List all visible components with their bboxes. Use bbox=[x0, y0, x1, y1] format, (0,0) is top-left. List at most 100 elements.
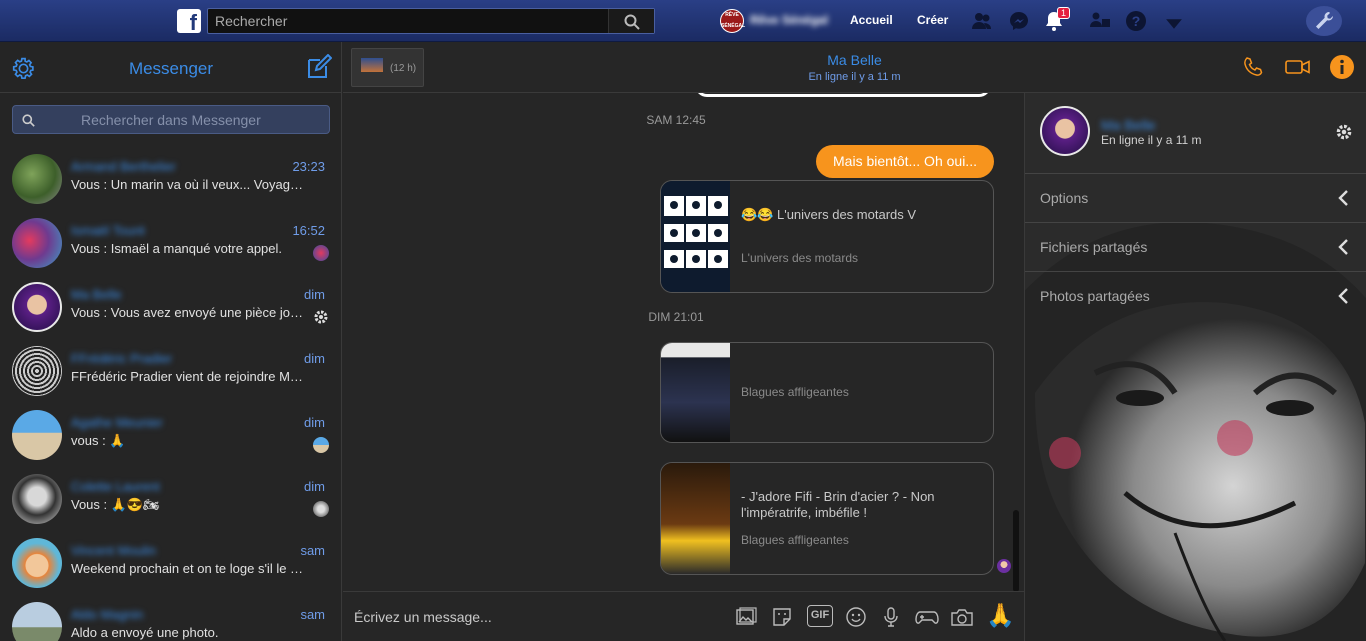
conversation-name: Aldo Magnin bbox=[71, 607, 144, 622]
shared-post-title: 😂😂 L'univers des motards V bbox=[741, 207, 917, 222]
chevron-left-icon bbox=[1338, 190, 1348, 206]
shared-photos-label: Photos partagées bbox=[1040, 288, 1150, 304]
message-list: SAM 12:45 Mais bientôt... Oh oui... 😂😂 L… bbox=[343, 93, 1024, 591]
conversation-name: Colette Laurent bbox=[71, 479, 160, 494]
outgoing-message[interactable]: Mais bientôt... Oh oui... bbox=[816, 145, 994, 178]
conversation-preview: FFrédéric Pradier vient de rejoindre M… bbox=[71, 369, 303, 384]
conversation-item[interactable]: Armand Berthelier 23:23 Vous : Un marin … bbox=[0, 149, 342, 213]
messenger-search bbox=[12, 105, 330, 134]
chevron-left-icon bbox=[1338, 239, 1348, 255]
conversation-item[interactable]: Vincent Moulin sam Weekend prochain et o… bbox=[0, 533, 342, 597]
extension-button[interactable] bbox=[1306, 6, 1342, 36]
notification-badge: 1 bbox=[1057, 7, 1071, 19]
contact-info-panel: Ma Belle En ligne il y a 11 m Options Fi… bbox=[1024, 93, 1366, 641]
game-controller-icon[interactable] bbox=[915, 606, 939, 628]
sticker-icon[interactable] bbox=[771, 606, 793, 628]
info-icon[interactable] bbox=[1329, 54, 1355, 80]
microphone-icon[interactable] bbox=[880, 606, 902, 628]
conversation-name: Armand Berthelier bbox=[71, 159, 176, 174]
conversation-time: 23:23 bbox=[292, 159, 325, 174]
video-call-icon[interactable] bbox=[1284, 56, 1312, 78]
contact-status: En ligne il y a 11 m bbox=[1101, 133, 1202, 147]
photo-attach-icon[interactable] bbox=[735, 606, 757, 628]
gif-button[interactable]: GIF bbox=[807, 605, 833, 627]
conversation-name: Ma Belle bbox=[71, 287, 122, 302]
shared-post-source: L'univers des motards bbox=[741, 251, 859, 265]
conversation-time: sam bbox=[300, 607, 325, 622]
conversation-preview: Weekend prochain et on te loge s'il le … bbox=[71, 561, 304, 576]
conversation-preview: Aldo a envoyé une photo. bbox=[71, 625, 219, 640]
shared-post-image bbox=[661, 463, 730, 574]
profile-avatar[interactable]: RÊVE SÉNÉGAL bbox=[720, 9, 745, 33]
camera-icon[interactable] bbox=[950, 606, 974, 628]
avatar bbox=[12, 282, 62, 332]
help-icon[interactable]: ? bbox=[1125, 10, 1147, 32]
profile-name[interactable]: Rêve Sénégal bbox=[750, 13, 828, 27]
messenger-icon[interactable] bbox=[1008, 10, 1030, 32]
timestamp: SAM 12:45 bbox=[646, 113, 706, 127]
conversation-item[interactable]: Ismaël Touré 16:52 Vous : Ismaël a manqu… bbox=[0, 213, 342, 277]
chevron-left-icon bbox=[1338, 288, 1348, 304]
conversation-preview: Vous : 🙏😎🏍 bbox=[71, 497, 160, 512]
emoji-icon[interactable] bbox=[845, 606, 867, 628]
shared-post-source: Blagues affligeantes bbox=[741, 385, 849, 399]
conversation-time: sam bbox=[300, 543, 325, 558]
contact-avatar[interactable] bbox=[1040, 106, 1090, 156]
create-link[interactable]: Créer bbox=[917, 13, 948, 27]
facebook-logo[interactable]: f bbox=[177, 9, 201, 33]
conversation-item[interactable]: Agathe Meunier dim vous : 🙏 bbox=[0, 405, 342, 469]
avatar bbox=[12, 602, 62, 641]
conversation-name: FFrédéric Pradier bbox=[71, 351, 173, 366]
messenger-search-input[interactable] bbox=[41, 106, 321, 133]
avatar bbox=[12, 474, 62, 524]
shared-files-label: Fichiers partagés bbox=[1040, 239, 1148, 255]
compose-icon[interactable] bbox=[306, 54, 332, 80]
shared-files-row[interactable]: Fichiers partagés bbox=[1025, 222, 1366, 271]
conversation-sidebar: Messenger Armand Berthelier 23:23 Vous :… bbox=[0, 42, 342, 641]
top-bar: f RÊVE SÉNÉGAL Rêve Sénégal Accueil Crée… bbox=[0, 0, 1366, 42]
conversation-item[interactable]: FFrédéric Pradier dim FFrédéric Pradier … bbox=[0, 341, 342, 405]
shared-post-image bbox=[661, 181, 730, 292]
messenger-title: Messenger bbox=[128, 59, 214, 78]
search-button[interactable] bbox=[608, 9, 654, 33]
options-label: Options bbox=[1040, 190, 1089, 206]
conversation-settings-icon[interactable] bbox=[1335, 123, 1353, 141]
search-icon bbox=[624, 14, 640, 30]
avatar bbox=[12, 218, 62, 268]
contact-name[interactable]: Ma Belle bbox=[1101, 117, 1155, 133]
seen-avatar bbox=[313, 437, 329, 453]
home-link[interactable]: Accueil bbox=[850, 13, 893, 27]
message-scrollbar[interactable] bbox=[1013, 510, 1019, 591]
conversation-time: 16:52 bbox=[292, 223, 325, 238]
shared-post-title: - J'adore Fifi - Brin d'acier ? - Non l'… bbox=[741, 489, 935, 520]
conversation-preview: vous : 🙏 bbox=[71, 433, 126, 448]
shared-post-card[interactable]: Blagues affligeantes bbox=[660, 342, 994, 443]
conversation-time: dim bbox=[304, 287, 325, 302]
account-menu-icon[interactable] bbox=[1163, 13, 1185, 35]
avatar bbox=[12, 154, 62, 204]
shared-photos-row[interactable]: Photos partagées bbox=[1025, 271, 1366, 320]
friends-icon[interactable] bbox=[971, 10, 993, 32]
quick-help-icon[interactable] bbox=[1089, 10, 1111, 32]
chat-area: (12 h) Ma Belle En ligne il y a 11 m SAM… bbox=[343, 42, 1366, 641]
motorcycle-rules-image bbox=[664, 196, 728, 268]
shared-post-card[interactable]: 😂😂 L'univers des motards V L'univers des… bbox=[660, 180, 994, 293]
message-input[interactable] bbox=[354, 606, 724, 628]
phone-icon[interactable] bbox=[1242, 56, 1264, 78]
seen-avatar bbox=[313, 245, 329, 261]
avatar bbox=[12, 410, 62, 460]
options-row[interactable]: Options bbox=[1025, 173, 1366, 222]
avatar bbox=[12, 346, 62, 396]
quick-reaction-button[interactable]: 🙏 bbox=[986, 602, 1015, 629]
conversation-name: Ismaël Touré bbox=[71, 223, 146, 238]
global-search bbox=[207, 8, 655, 34]
contact-name[interactable]: Ma Belle bbox=[343, 52, 1366, 68]
conversation-item[interactable]: Aldo Magnin sam Aldo a envoyé une photo. bbox=[0, 597, 342, 641]
conversation-item[interactable]: Colette Laurent dim Vous : 🙏😎🏍 bbox=[0, 469, 342, 533]
shared-post-card[interactable]: - J'adore Fifi - Brin d'acier ? - Non l'… bbox=[660, 462, 994, 575]
wrench-icon bbox=[1316, 12, 1333, 29]
conversation-item[interactable]: Ma Belle dim Vous : Vous avez envoyé une… bbox=[0, 277, 342, 341]
search-input[interactable] bbox=[208, 9, 608, 33]
shared-post-source: Blagues affligeantes bbox=[741, 533, 849, 547]
conversation-settings-icon[interactable] bbox=[313, 309, 329, 325]
